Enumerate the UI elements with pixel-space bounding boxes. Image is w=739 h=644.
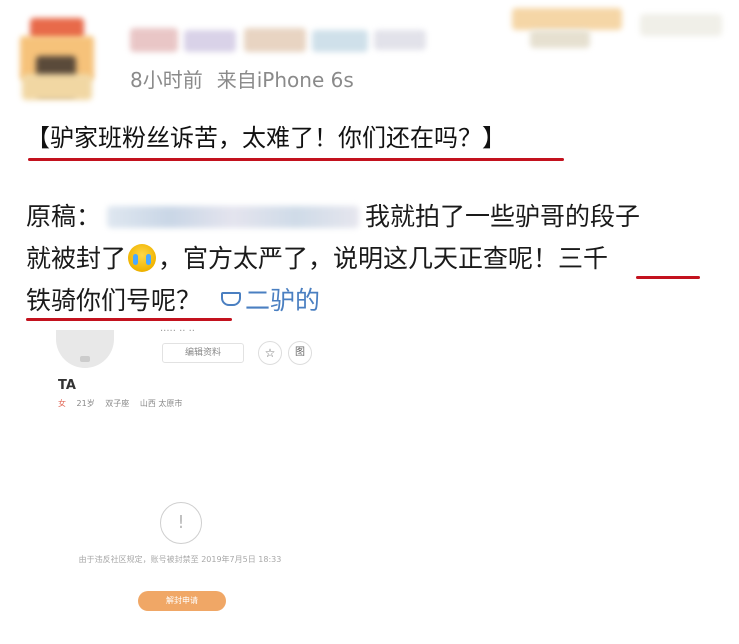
warning-icon: ! <box>160 502 202 544</box>
crying-emoji-icon <box>128 244 157 272</box>
highlight-text-1: 三千 <box>558 244 609 273</box>
profile-name: TA <box>58 378 76 393</box>
embedded-header-text: ····· ·· ·· <box>160 326 195 337</box>
highlight-underline-2 <box>26 318 232 321</box>
post-line-3: 铁骑你们号呢？ 二驴的 <box>26 283 320 319</box>
post-text-2: 就被封了 <box>26 244 127 273</box>
post-meta: 8小时前 来自iPhone 6s <box>130 64 354 93</box>
title-underline <box>28 158 564 161</box>
profile-tags: 女 21岁 双子座 山西 太原市 <box>58 398 190 409</box>
post-text-1: 我就拍了一些驴哥的段子 <box>365 202 641 231</box>
mention-blurred[interactable] <box>107 206 360 228</box>
appeal-button[interactable]: 解封申请 <box>138 591 226 611</box>
age-tag: 21岁 <box>76 399 95 408</box>
post-title: 【驴家班粉丝诉苦，太难了！你们还在吗？】 <box>26 124 506 152</box>
profile-icon[interactable]: 图 <box>288 341 312 365</box>
ban-notice: 由于违反社区规定，账号被封禁至 2019年7月5日 18:33 <box>78 555 282 564</box>
post-line-1: 原稿： 我就拍了一些驴哥的段子 <box>26 199 640 235</box>
highlight-underline-1 <box>636 276 700 279</box>
avatar[interactable] <box>16 14 98 104</box>
post-source: 来自iPhone 6s <box>216 68 354 92</box>
post-line-2: 就被封了 ，官方太严了，说明这几天正查呢！三千 <box>26 241 608 277</box>
edit-profile-button[interactable]: 编辑资料 <box>162 343 244 363</box>
post-text-3: ，官方太严了，说明这几天正查呢！ <box>158 244 559 273</box>
topic-link-label: 二驴的 <box>245 286 321 315</box>
embedded-avatar <box>56 330 114 368</box>
post-time: 8小时前 <box>130 68 203 92</box>
diamond-topic-icon <box>221 292 242 306</box>
location-tag: 山西 太原市 <box>139 399 183 408</box>
topic-link[interactable]: 二驴的 <box>221 286 320 315</box>
star-icon[interactable]: ☆ <box>258 341 282 365</box>
gender-tag: 女 <box>58 399 66 408</box>
zodiac-tag: 双子座 <box>105 399 130 408</box>
original-label: 原稿： <box>26 202 102 231</box>
highlight-text-2: 铁骑你们号呢？ <box>26 286 202 315</box>
